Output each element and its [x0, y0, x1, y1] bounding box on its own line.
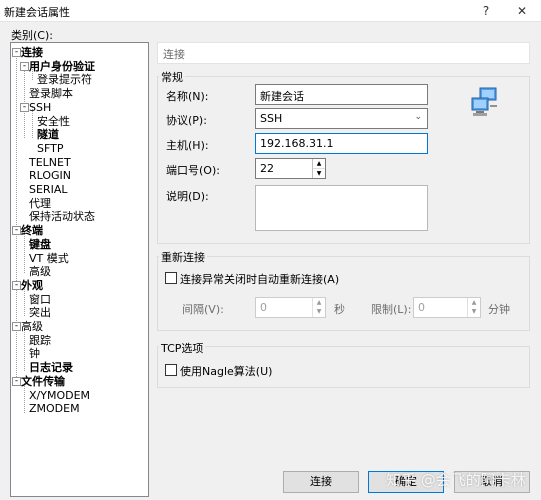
limit-spinner[interactable]: ▲ ▼	[467, 298, 480, 317]
tree-item[interactable]: 安全性	[37, 115, 70, 128]
tree-item[interactable]: 突出	[29, 306, 51, 319]
close-button[interactable]: ✕	[507, 0, 537, 22]
tree-item[interactable]: 连接	[21, 46, 43, 59]
connect-button[interactable]: 连接	[283, 471, 359, 493]
protocol-label: 协议(P):	[166, 114, 207, 127]
interval-unit: 秒	[334, 303, 345, 316]
description-textarea[interactable]	[255, 185, 428, 231]
name-input[interactable]: 新建会话	[255, 84, 428, 105]
tree-item[interactable]: 钟	[29, 347, 40, 360]
limit-value: 0	[418, 301, 425, 314]
tree-item[interactable]: 登录提示符	[37, 73, 92, 86]
interval-value: 0	[260, 301, 267, 314]
host-label: 主机(H):	[166, 139, 209, 152]
protocol-select[interactable]: SSH ⌄	[255, 108, 428, 129]
tree-expander-icon[interactable]: -	[12, 280, 21, 290]
spin-up-icon[interactable]: ▲	[468, 298, 480, 307]
name-label: 名称(N):	[166, 90, 209, 103]
tree-item[interactable]: 保持活动状态	[29, 210, 95, 223]
network-computers-icon	[470, 86, 500, 118]
protocol-value: SSH	[260, 112, 283, 125]
tree-item[interactable]: SSH	[29, 101, 51, 114]
reconnect-checkbox-label: 连接异常关闭时自动重新连接(A)	[180, 273, 340, 286]
nagle-checkbox-label: 使用Nagle算法(U)	[180, 365, 273, 378]
category-tree[interactable]: 连接 - 用户身份验证 - 登录提示符 登录脚本 SSH - 安全性 隧道 SFTP TELNET RL…	[10, 42, 149, 497]
tree-item[interactable]: 跟踪	[29, 334, 51, 347]
tree-expander-icon[interactable]: -	[20, 61, 29, 71]
reconnect-group	[157, 256, 530, 331]
watermark: 知乎 @会飞的阿卡林	[386, 471, 526, 489]
tree-item[interactable]: 隧道	[37, 128, 59, 141]
nagle-checkbox[interactable]	[165, 364, 177, 376]
tcp-legend: TCP选项	[159, 340, 206, 356]
panel-header: 连接	[157, 42, 530, 64]
window-title: 新建会话属性	[4, 6, 70, 19]
spin-down-icon[interactable]: ▼	[468, 307, 480, 316]
interval-label: 间隔(V):	[182, 303, 224, 316]
tree-item[interactable]: 用户身份验证	[29, 60, 95, 73]
tree-item[interactable]: 高级	[21, 320, 43, 333]
chevron-down-icon: ⌄	[414, 112, 422, 122]
tree-item[interactable]: 外观	[21, 279, 43, 292]
tree-expander-icon[interactable]: -	[12, 376, 21, 386]
category-label: 类别(C):	[11, 29, 53, 42]
tree-item[interactable]: ZMODEM	[29, 402, 80, 415]
general-legend: 常规	[159, 69, 185, 85]
spin-up-icon[interactable]: ▲	[313, 159, 325, 169]
interval-input[interactable]: 0 ▲ ▼	[255, 297, 326, 318]
port-spinner[interactable]: ▲ ▼	[312, 159, 325, 178]
tree-item[interactable]: TELNET	[29, 156, 71, 169]
tree-item[interactable]: 文件传输	[21, 375, 65, 388]
tree-item[interactable]: 日志记录	[29, 361, 73, 374]
limit-label: 限制(L):	[371, 303, 412, 316]
port-input[interactable]: 22 ▲ ▼	[255, 158, 326, 179]
tree-item[interactable]: 高级	[29, 265, 51, 278]
interval-spinner[interactable]: ▲ ▼	[312, 298, 325, 317]
reconnect-legend: 重新连接	[159, 249, 207, 265]
limit-unit: 分钟	[488, 303, 510, 316]
tree-item[interactable]: 窗口	[29, 293, 51, 306]
tree-item[interactable]: 登录脚本	[29, 87, 73, 100]
spin-down-icon[interactable]: ▼	[313, 169, 325, 178]
tree-item[interactable]: 键盘	[29, 238, 51, 251]
help-button[interactable]: ?	[471, 0, 501, 22]
tree-item[interactable]: SERIAL	[29, 183, 67, 196]
tree-item[interactable]: 终端	[21, 224, 43, 237]
tree-expander-icon[interactable]: -	[12, 322, 21, 331]
tree-item[interactable]: X/YMODEM	[29, 389, 90, 402]
limit-input[interactable]: 0 ▲ ▼	[413, 297, 481, 318]
port-label: 端口号(O):	[166, 164, 220, 177]
spin-up-icon[interactable]: ▲	[313, 298, 325, 307]
desc-label: 说明(D):	[166, 190, 209, 203]
port-value: 22	[260, 162, 274, 175]
tree-expander-icon[interactable]: -	[12, 226, 21, 236]
tree-item[interactable]: VT 模式	[29, 252, 69, 265]
tree-item[interactable]: SFTP	[37, 142, 63, 155]
reconnect-checkbox[interactable]	[165, 272, 177, 284]
title-bar: 新建会话属性 ? ✕	[0, 0, 541, 22]
tree-expander-icon[interactable]: -	[20, 102, 29, 112]
tree-item[interactable]: 代理	[29, 197, 51, 210]
host-input[interactable]: 192.168.31.1	[255, 133, 428, 154]
spin-down-icon[interactable]: ▼	[313, 307, 325, 316]
tree-item[interactable]: RLOGIN	[29, 169, 71, 182]
tree-expander-icon[interactable]: -	[12, 48, 21, 57]
